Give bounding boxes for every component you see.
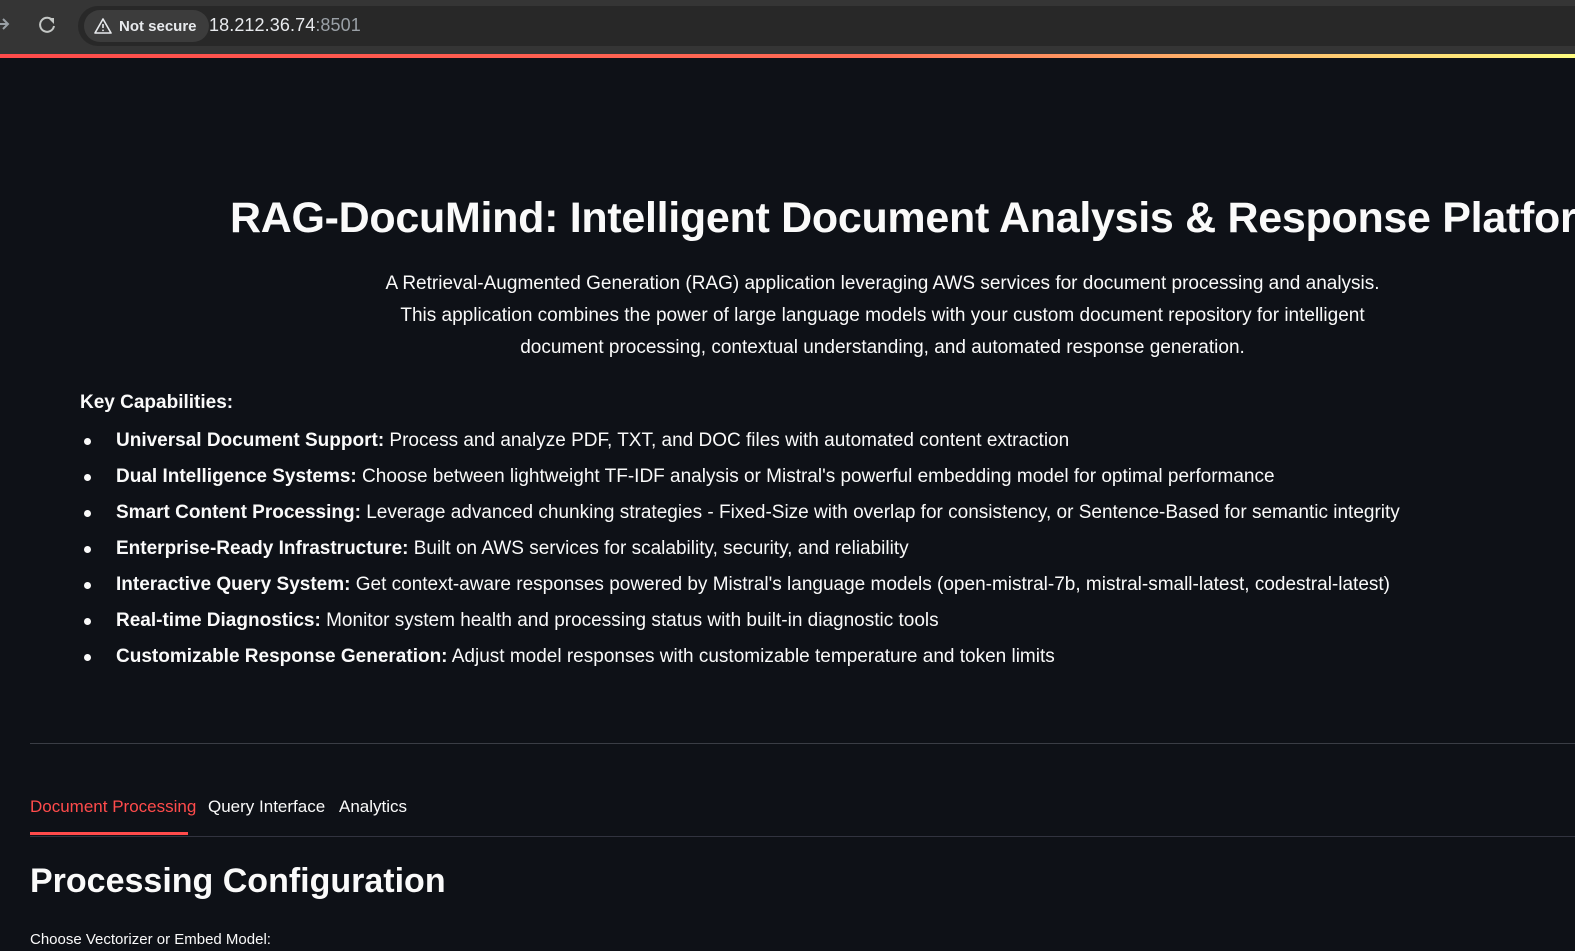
url-port: :8501: [315, 15, 361, 35]
url-host: 18.212.36.74: [209, 15, 316, 35]
browser-toolbar: Not secure 18.212.36.74:8501: [0, 0, 1575, 54]
section-title: Processing Configuration: [30, 862, 446, 900]
capability-text: Monitor system health and processing sta…: [320, 610, 939, 631]
bullet-icon: [84, 438, 91, 445]
url-text[interactable]: 18.212.36.74:8501: [209, 15, 361, 36]
bullet-icon: [84, 618, 91, 625]
warning-triangle-icon: [94, 17, 112, 35]
tab-analytics[interactable]: Analytics: [339, 797, 407, 817]
capability-item: Universal Document Support: Process and …: [80, 424, 1400, 460]
capability-text: Built on AWS services for scalability, s…: [408, 538, 909, 559]
page-title: RAG-DocuMind: Intelligent Document Analy…: [230, 194, 1575, 242]
capability-title: Universal Document Support:: [116, 430, 385, 451]
capability-title: Enterprise-Ready Infrastructure:: [116, 538, 409, 559]
bullet-icon: [84, 474, 91, 481]
capability-title: Interactive Query System:: [116, 574, 351, 595]
capability-title: Smart Content Processing:: [116, 502, 361, 523]
capability-text: Adjust model responses with customizable…: [447, 646, 1055, 667]
address-bar[interactable]: Not secure 18.212.36.74:8501: [78, 6, 1575, 46]
capability-item: Interactive Query System: Get context-aw…: [80, 568, 1400, 604]
tab-bar: Document Processing Query Interface Anal…: [30, 790, 1575, 837]
capability-item: Enterprise-Ready Infrastructure: Built o…: [80, 532, 1400, 568]
security-label: Not secure: [119, 17, 197, 35]
active-tab-indicator: [30, 832, 188, 835]
section-divider: [30, 743, 1575, 744]
bullet-icon: [84, 654, 91, 661]
capability-text: Process and analyze PDF, TXT, and DOC fi…: [384, 430, 1070, 451]
app-header-decoration: [0, 54, 1575, 58]
site-security-chip[interactable]: Not secure: [84, 10, 209, 42]
capability-title: Real-time Diagnostics:: [116, 610, 321, 631]
bullet-icon: [84, 582, 91, 589]
tab-document-processing[interactable]: Document Processing: [30, 797, 196, 817]
intro-line: A Retrieval-Augmented Generation (RAG) a…: [385, 273, 1380, 294]
vectorizer-label: Choose Vectorizer or Embed Model:: [30, 931, 271, 948]
capability-item: Customizable Response Generation: Adjust…: [80, 640, 1400, 676]
capability-title: Dual Intelligence Systems:: [116, 466, 357, 487]
intro-line: This application combines the power of l…: [400, 305, 1365, 358]
bullet-icon: [84, 510, 91, 517]
capability-text: Leverage advanced chunking strategies - …: [360, 502, 1400, 523]
capability-title: Customizable Response Generation:: [116, 646, 448, 667]
capability-item: Dual Intelligence Systems: Choose betwee…: [80, 460, 1400, 496]
capabilities-list: Universal Document Support: Process and …: [80, 424, 1400, 676]
bullet-icon: [84, 546, 91, 553]
capability-item: Real-time Diagnostics: Monitor system he…: [80, 604, 1400, 640]
capability-item: Smart Content Processing: Leverage advan…: [80, 496, 1400, 532]
reload-icon[interactable]: [34, 12, 60, 38]
capabilities-heading: Key Capabilities:: [80, 392, 234, 413]
capability-text: Choose between lightweight TF-IDF analys…: [356, 466, 1275, 487]
tab-query-interface[interactable]: Query Interface: [208, 797, 325, 817]
intro-text: A Retrieval-Augmented Generation (RAG) a…: [380, 268, 1385, 364]
capability-text: Get context-aware responses powered by M…: [350, 574, 1390, 595]
arrow-right-icon[interactable]: [0, 12, 12, 36]
